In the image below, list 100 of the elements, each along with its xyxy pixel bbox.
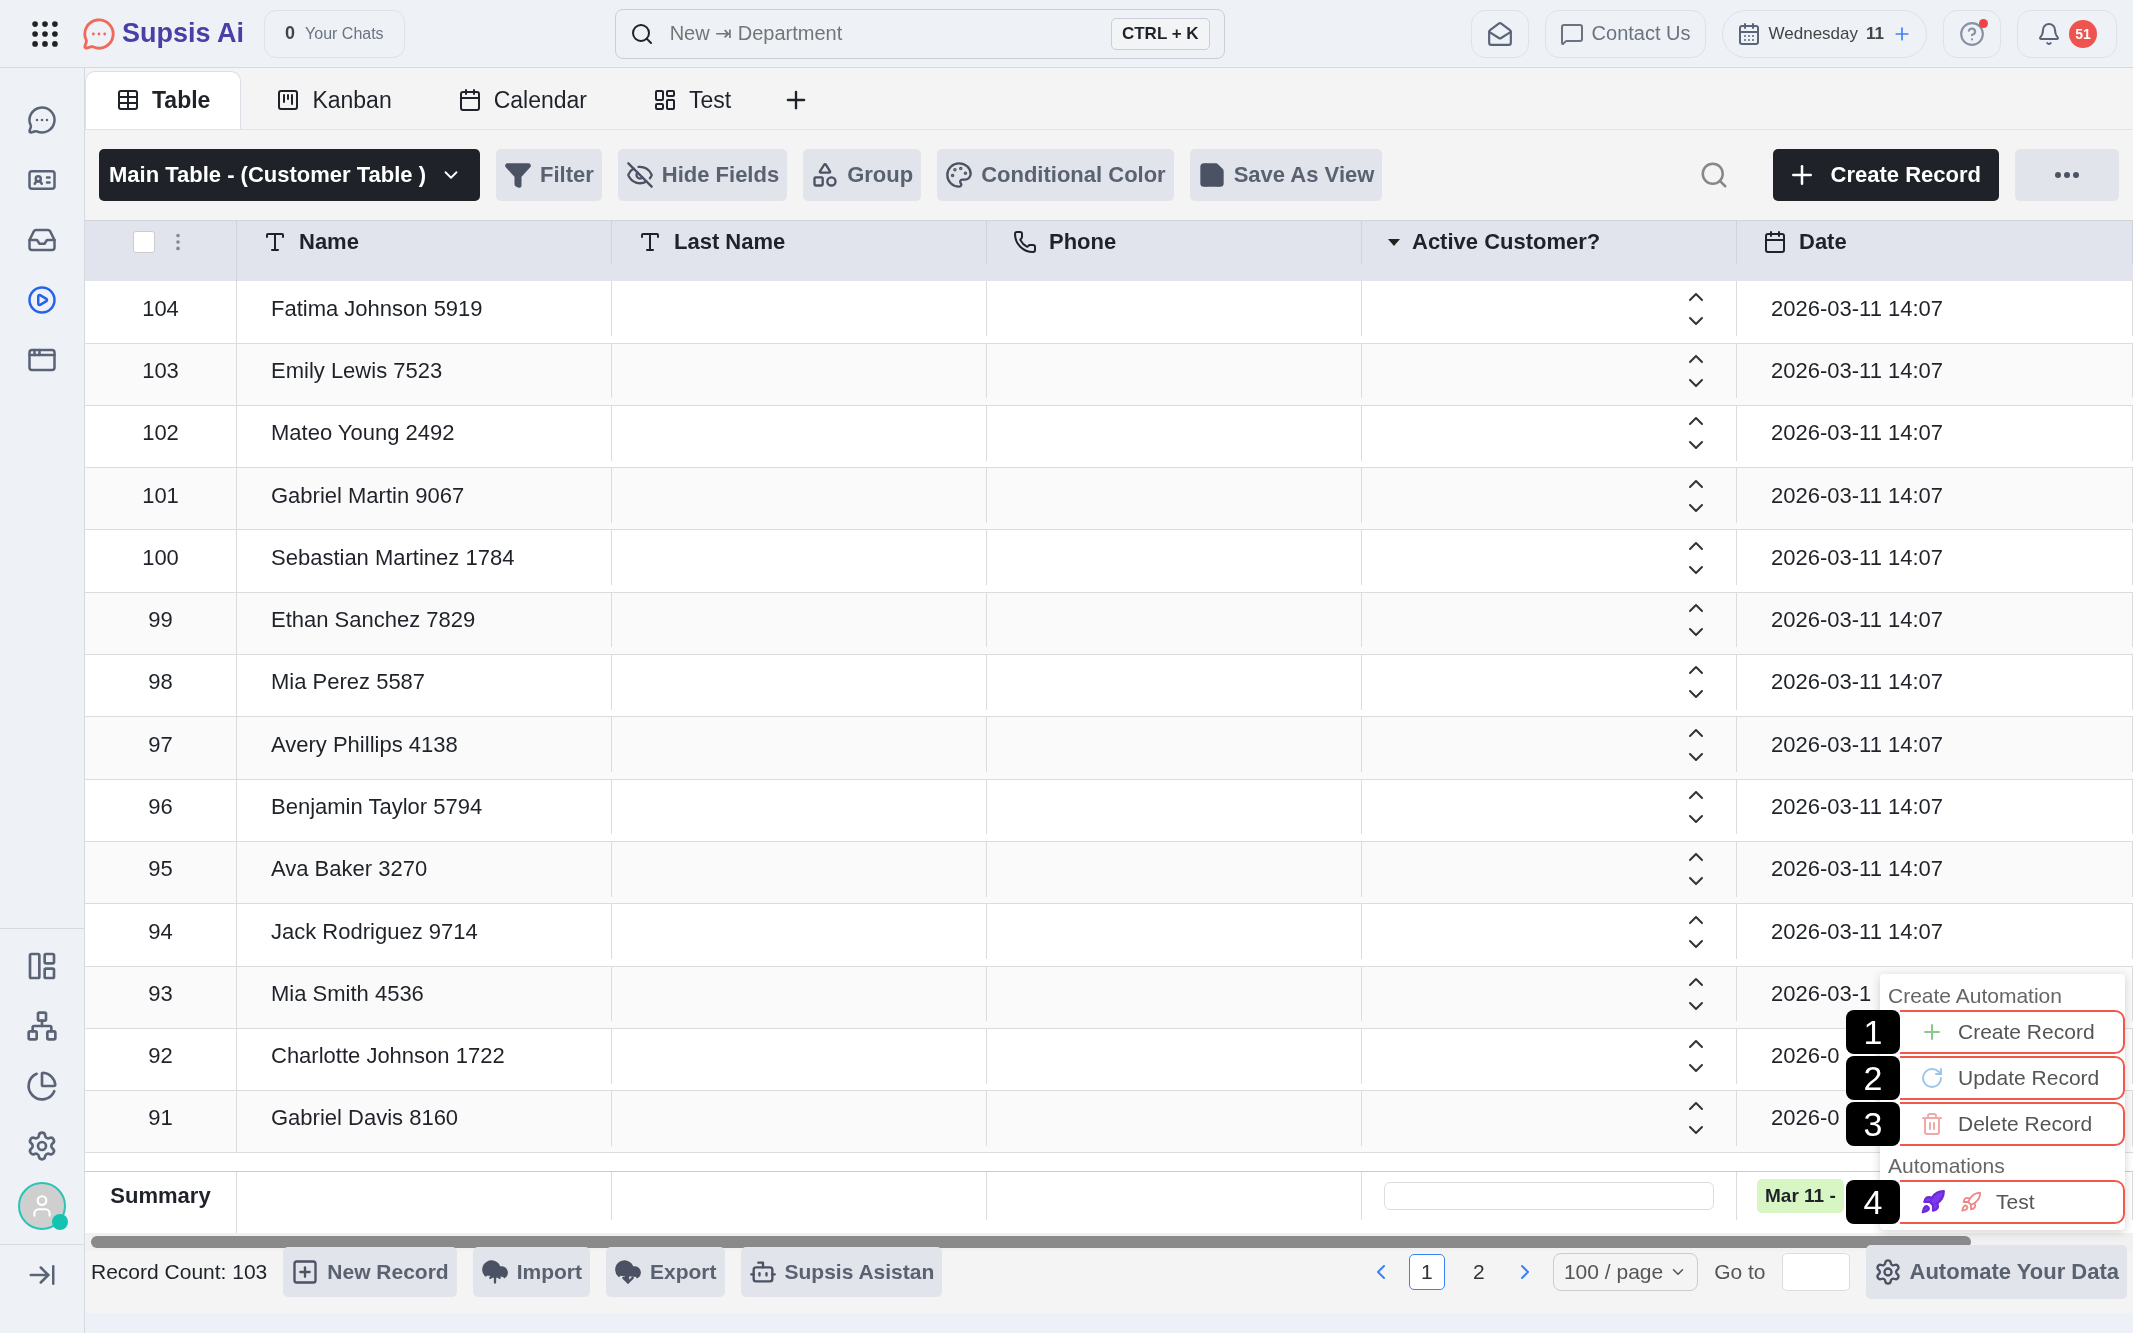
column-header[interactable]: Active Customer? bbox=[1412, 229, 1601, 256]
row-number: 94 bbox=[85, 904, 237, 959]
page-button[interactable]: 2 bbox=[1460, 1254, 1497, 1290]
filter-icon bbox=[504, 160, 532, 189]
goto-field[interactable] bbox=[1781, 1253, 1850, 1291]
mail-button[interactable] bbox=[1470, 9, 1529, 58]
column-header[interactable]: Last Name bbox=[674, 229, 786, 256]
view-tab[interactable]: Calendar bbox=[426, 70, 619, 129]
rocket-icon bbox=[1960, 1191, 1982, 1213]
table-cell: Charlotte Johnson 1722 bbox=[237, 1028, 612, 1084]
table-cell: 2026-03-11 14:07 bbox=[1737, 841, 2133, 897]
page-size-select[interactable]: 100 / page bbox=[1552, 1253, 1699, 1291]
table-cell: Benjamin Taylor 5794 bbox=[237, 779, 612, 835]
search-bar[interactable]: New ⇥ Department CTRL + K bbox=[614, 8, 1225, 59]
automate-button[interactable]: Automate Your Data bbox=[1865, 1245, 2127, 1299]
toolbar-button[interactable]: Filter bbox=[496, 148, 602, 201]
create-record-button[interactable]: Create Record bbox=[1772, 148, 1999, 201]
row-number: 103 bbox=[85, 343, 237, 399]
settings-icon bbox=[1873, 1258, 1902, 1286]
goto-label: Go to bbox=[1714, 1260, 1766, 1284]
column-header[interactable]: Date bbox=[1799, 229, 1847, 256]
notification-count: 51 bbox=[2069, 19, 2097, 48]
table-cell: 2026-03-11 14:07 bbox=[1737, 281, 2133, 336]
chat-icon bbox=[1559, 21, 1584, 46]
table-cell: Avery Phillips 4138 bbox=[237, 717, 612, 772]
caret-icon bbox=[1388, 238, 1400, 246]
table-cell: 2026-03-11 14:07 bbox=[1737, 405, 2133, 461]
chats-badge: 0 Your Chats bbox=[264, 9, 405, 58]
table-cell: Ethan Sanchez 7829 bbox=[237, 592, 612, 648]
table-cell: Gabriel Martin 9067 bbox=[237, 468, 612, 523]
table-cell: 2026-03-11 14:07 bbox=[1737, 468, 2133, 523]
footer-button[interactable]: New Record bbox=[283, 1247, 457, 1297]
table-cell: Mia Smith 4536 bbox=[237, 966, 612, 1022]
table-cell: 2026-03-11 14:07 bbox=[1737, 655, 2133, 710]
scrollbar-thumb[interactable] bbox=[91, 1236, 1971, 1249]
table-select[interactable]: Main Table - (Customer Table ) bbox=[99, 148, 480, 201]
table-cell: Gabriel Davis 8160 bbox=[237, 1091, 612, 1146]
trash-icon bbox=[1920, 1112, 1944, 1136]
row-number: 98 bbox=[85, 655, 237, 710]
table-cell: 2026-03-11 14:07 bbox=[1737, 530, 2133, 586]
row-number: 99 bbox=[85, 592, 237, 648]
step-number: 2 bbox=[1846, 1056, 1900, 1100]
table-cell: 2026-03-11 14:07 bbox=[1737, 592, 2133, 648]
toolbar-button[interactable]: Save As View bbox=[1189, 148, 1383, 201]
row-number: 96 bbox=[85, 779, 237, 835]
summary-label: Summary bbox=[110, 1182, 211, 1209]
contact-us-button[interactable]: Contact Us bbox=[1544, 9, 1706, 58]
table-cell: Mateo Young 2492 bbox=[237, 405, 612, 461]
select-all-checkbox[interactable] bbox=[132, 231, 155, 254]
menu-heading: Automations bbox=[1887, 1153, 2006, 1178]
upload-icon bbox=[480, 1258, 509, 1286]
table-cell: 2026-03-11 14:07 bbox=[1737, 343, 2133, 399]
table-cell: Fatima Johnson 5919 bbox=[237, 281, 612, 336]
calendar-icon bbox=[1763, 230, 1787, 255]
footer-button[interactable]: Import bbox=[472, 1247, 590, 1297]
menu-item[interactable]: Delete Record bbox=[1900, 1102, 2125, 1146]
row-number: 104 bbox=[85, 281, 237, 336]
table-cell: Emily Lewis 7523 bbox=[237, 343, 612, 399]
shortcut-key: CTRL + K bbox=[1110, 17, 1210, 50]
toolbar-button[interactable]: Group bbox=[803, 148, 922, 201]
help-icon bbox=[1959, 20, 1985, 47]
table-cell: 2026-03-11 14:07 bbox=[1737, 904, 2133, 959]
table-cell: Jack Rodriguez 9714 bbox=[237, 904, 612, 959]
date-button[interactable]: Wednesday 11 bbox=[1721, 9, 1927, 58]
table-cell: 2026-03-11 14:07 bbox=[1737, 779, 2133, 835]
view-tab[interactable]: Table bbox=[85, 70, 242, 129]
more-icon bbox=[2055, 171, 2079, 178]
column-header[interactable]: Name bbox=[299, 229, 359, 256]
table-cell: Ava Baker 3270 bbox=[237, 841, 612, 897]
help-button[interactable] bbox=[1943, 9, 2001, 58]
row-number: 102 bbox=[85, 405, 237, 461]
toolbar-button[interactable]: Conditional Color bbox=[937, 148, 1174, 201]
footer-button[interactable]: Supsis Asistan bbox=[740, 1247, 943, 1297]
date-range-badge: Mar 11 - bbox=[1757, 1178, 1844, 1213]
refresh-icon bbox=[1920, 1066, 1944, 1090]
calendar-icon bbox=[457, 88, 482, 113]
menu-item[interactable]: Test bbox=[1900, 1180, 2125, 1224]
footer-button[interactable]: Export bbox=[606, 1247, 725, 1297]
kanban-icon bbox=[276, 88, 301, 113]
view-tab[interactable]: Kanban bbox=[245, 70, 423, 129]
row-number: 91 bbox=[85, 1091, 237, 1146]
search-field[interactable]: New ⇥ Department bbox=[667, 21, 1088, 46]
page-button[interactable]: 1 bbox=[1408, 1254, 1445, 1290]
menu-item[interactable]: Update Record bbox=[1900, 1056, 2125, 1100]
row-number: 101 bbox=[85, 468, 237, 523]
mail-icon bbox=[1486, 20, 1513, 47]
column-header[interactable]: Phone bbox=[1049, 229, 1117, 256]
toolbar-button[interactable]: Hide Fields bbox=[617, 148, 788, 201]
table-cell: 2026-03-11 14:07 bbox=[1737, 717, 2133, 772]
step-number: 3 bbox=[1846, 1102, 1900, 1146]
view-tab[interactable]: Test bbox=[622, 70, 763, 129]
phone-icon bbox=[1013, 230, 1037, 255]
calendar-icon bbox=[1736, 21, 1761, 46]
row-number: 92 bbox=[85, 1028, 237, 1084]
palette-icon bbox=[945, 160, 974, 189]
record-count: Record Count: 103 bbox=[91, 1260, 268, 1284]
logo-icon bbox=[82, 16, 116, 51]
menu-item[interactable]: Create Record bbox=[1900, 1010, 2125, 1054]
bell-icon bbox=[2037, 21, 2061, 46]
row-number: 95 bbox=[85, 841, 237, 897]
